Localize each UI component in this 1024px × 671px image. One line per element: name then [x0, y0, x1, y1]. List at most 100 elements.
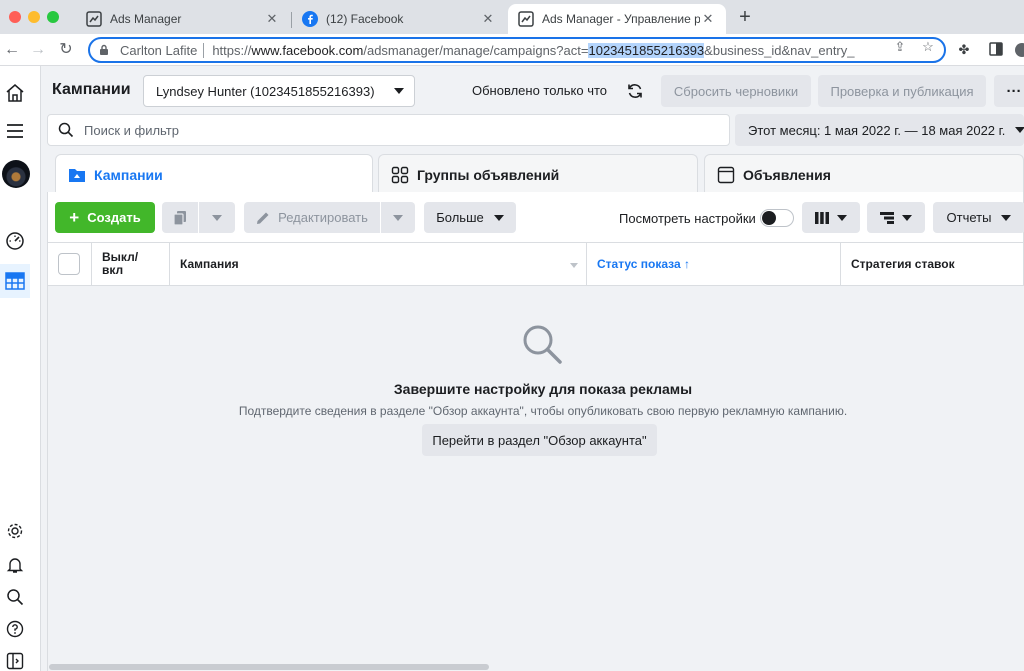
search-input[interactable]	[84, 122, 684, 138]
view-settings-label: Посмотреть настройки	[619, 211, 756, 226]
create-button-label: Создать	[87, 210, 141, 225]
url-host: www.facebook.com	[251, 42, 364, 58]
new-tab-button[interactable]: +	[735, 7, 755, 27]
close-icon[interactable]: ✕	[700, 11, 716, 27]
browser-tab-facebook[interactable]: (12) Facebook ✕	[292, 4, 506, 34]
table-body-empty-state: Завершите настройку для показа рекламы П…	[48, 286, 1024, 671]
go-to-account-overview-button[interactable]: Перейти в раздел "Обзор аккаунта"	[422, 424, 657, 456]
browser-tab-title: Ads Manager	[110, 12, 182, 26]
avatar[interactable]	[2, 160, 30, 188]
breakdown-icon	[880, 211, 894, 224]
table-header: Выкл/ вкл Кампания Статус показа ↑ Страт…	[48, 242, 1024, 286]
campaigns-table-icon[interactable]	[0, 264, 30, 298]
account-selector[interactable]: Lyndsey Hunter (1023451855216393)	[143, 75, 415, 107]
column-header-campaign[interactable]: Кампания	[170, 243, 587, 285]
more-actions-button[interactable]: Больше	[424, 202, 516, 233]
window-zoom-button[interactable]	[47, 11, 59, 23]
browser-tab-title: Ads Manager - Управление ре	[542, 12, 700, 26]
settings-gear-icon[interactable]	[0, 514, 30, 548]
dashboard-gauge-icon[interactable]	[0, 224, 30, 258]
horizontal-scrollbar[interactable]	[49, 664, 489, 670]
menu-icon[interactable]	[0, 114, 30, 148]
column-header-bid-strategy[interactable]: Стратегия ставок	[841, 243, 1024, 285]
url-rest: &business_id&nav_entry_	[704, 42, 855, 58]
forward-icon[interactable]: →	[28, 40, 48, 60]
duplicate-button[interactable]	[162, 202, 198, 233]
ads-manager-icon	[86, 11, 102, 27]
select-all-cell	[48, 243, 92, 285]
tab-label: Группы объявлений	[417, 166, 560, 183]
reports-button[interactable]: Отчеты	[933, 202, 1024, 233]
select-all-checkbox[interactable]	[58, 253, 80, 275]
create-button[interactable]: + Создать	[55, 202, 155, 233]
tab-label: Объявления	[743, 166, 831, 183]
edit-button-label: Редактировать	[278, 210, 368, 225]
side-panel-icon[interactable]	[989, 42, 1005, 58]
duplicate-dropdown-button[interactable]	[199, 202, 235, 233]
extension-icon[interactable]: ✤	[956, 42, 972, 58]
address-bar-url: https://www.facebook.com/adsmanager/mana…	[212, 42, 944, 58]
notifications-bell-icon[interactable]	[0, 548, 30, 582]
tab-ads[interactable]: Объявления	[704, 154, 1024, 194]
review-publish-button[interactable]: Проверка и публикация	[818, 75, 986, 107]
account-selector-value: Lyndsey Hunter (1023451855216393)	[156, 83, 375, 99]
url-selected-text: 1023451855216393	[588, 42, 705, 58]
tab-campaigns[interactable]: Кампании	[55, 154, 373, 194]
more-options-button[interactable]: ···	[994, 75, 1024, 107]
window-close-button[interactable]	[9, 11, 21, 23]
column-header-label: Кампания	[180, 257, 239, 271]
toggle-sidebar-icon[interactable]	[0, 644, 30, 671]
help-question-icon[interactable]	[0, 612, 30, 646]
table-toolbar: + Создать Редактировать Больше Посмотрет…	[48, 192, 1024, 242]
back-icon[interactable]: ←	[2, 40, 22, 60]
bookmark-star-icon[interactable]: ☆	[920, 39, 936, 55]
reload-icon[interactable]: ↻	[56, 40, 76, 60]
pencil-icon	[257, 212, 269, 224]
empty-state-description: Подтвердите сведения в разделе "Обзор ак…	[238, 404, 848, 418]
chevron-down-icon	[837, 214, 847, 221]
search-icon	[58, 122, 74, 138]
page-header: Кампании Lyndsey Hunter (102345185521639…	[41, 66, 1024, 114]
breakdown-button[interactable]	[867, 202, 925, 233]
edit-dropdown-button[interactable]	[381, 202, 415, 233]
column-header-delivery-status[interactable]: Статус показа ↑	[587, 243, 841, 285]
search-icon[interactable]	[0, 580, 30, 614]
edit-button[interactable]: Редактировать	[244, 202, 380, 233]
close-icon[interactable]: ✕	[480, 11, 496, 27]
chevron-down-icon	[902, 214, 912, 221]
url-path: /adsmanager/manage/campaigns?act=	[363, 42, 589, 58]
reports-button-label: Отчеты	[946, 210, 992, 225]
reset-drafts-button[interactable]: Сбросить черновики	[661, 75, 811, 107]
tab-label: Кампании	[94, 166, 163, 183]
search-icon	[523, 325, 562, 364]
address-bar-profile: Carlton Lafite	[120, 42, 205, 58]
columns-icon	[815, 211, 829, 224]
plus-icon: +	[69, 208, 80, 227]
address-bar[interactable]: Carlton Lafite https://www.facebook.com/…	[88, 37, 946, 63]
browser-tab-ads-manager[interactable]: Ads Manager ✕	[76, 4, 290, 34]
date-range-picker[interactable]: Этот месяц: 1 мая 2022 г. — 18 мая 2022 …	[735, 114, 1024, 146]
window-minimize-button[interactable]	[28, 11, 40, 23]
profile-avatar-icon[interactable]	[1014, 42, 1024, 58]
ads-manager-icon	[518, 11, 534, 27]
chevron-down-icon	[393, 214, 403, 221]
page-title: Кампании	[52, 81, 131, 98]
share-icon[interactable]: ⇪	[892, 39, 908, 55]
left-navigation-rail	[0, 66, 41, 671]
column-header-on-off[interactable]: Выкл/ вкл	[92, 243, 170, 285]
tab-ad-sets[interactable]: Группы объявлений	[378, 154, 698, 194]
browser-tab-ads-manager-active[interactable]: Ads Manager - Управление ре ✕	[508, 4, 726, 34]
search-filter-bar[interactable]	[47, 114, 730, 146]
campaigns-panel: + Создать Редактировать Больше Посмотрет…	[47, 192, 1024, 671]
url-scheme: https://	[212, 42, 252, 58]
date-range-value: Этот месяц: 1 мая 2022 г. — 18 мая 2022 …	[748, 122, 1006, 138]
grid-icon	[391, 166, 409, 183]
view-settings-toggle[interactable]	[760, 209, 794, 227]
refresh-button[interactable]	[619, 75, 651, 107]
close-icon[interactable]: ✕	[264, 11, 280, 27]
home-icon[interactable]	[0, 76, 30, 110]
toggle-knob	[762, 211, 776, 225]
chevron-down-icon	[394, 88, 404, 94]
columns-button[interactable]	[802, 202, 860, 233]
chevron-down-icon	[212, 214, 222, 221]
